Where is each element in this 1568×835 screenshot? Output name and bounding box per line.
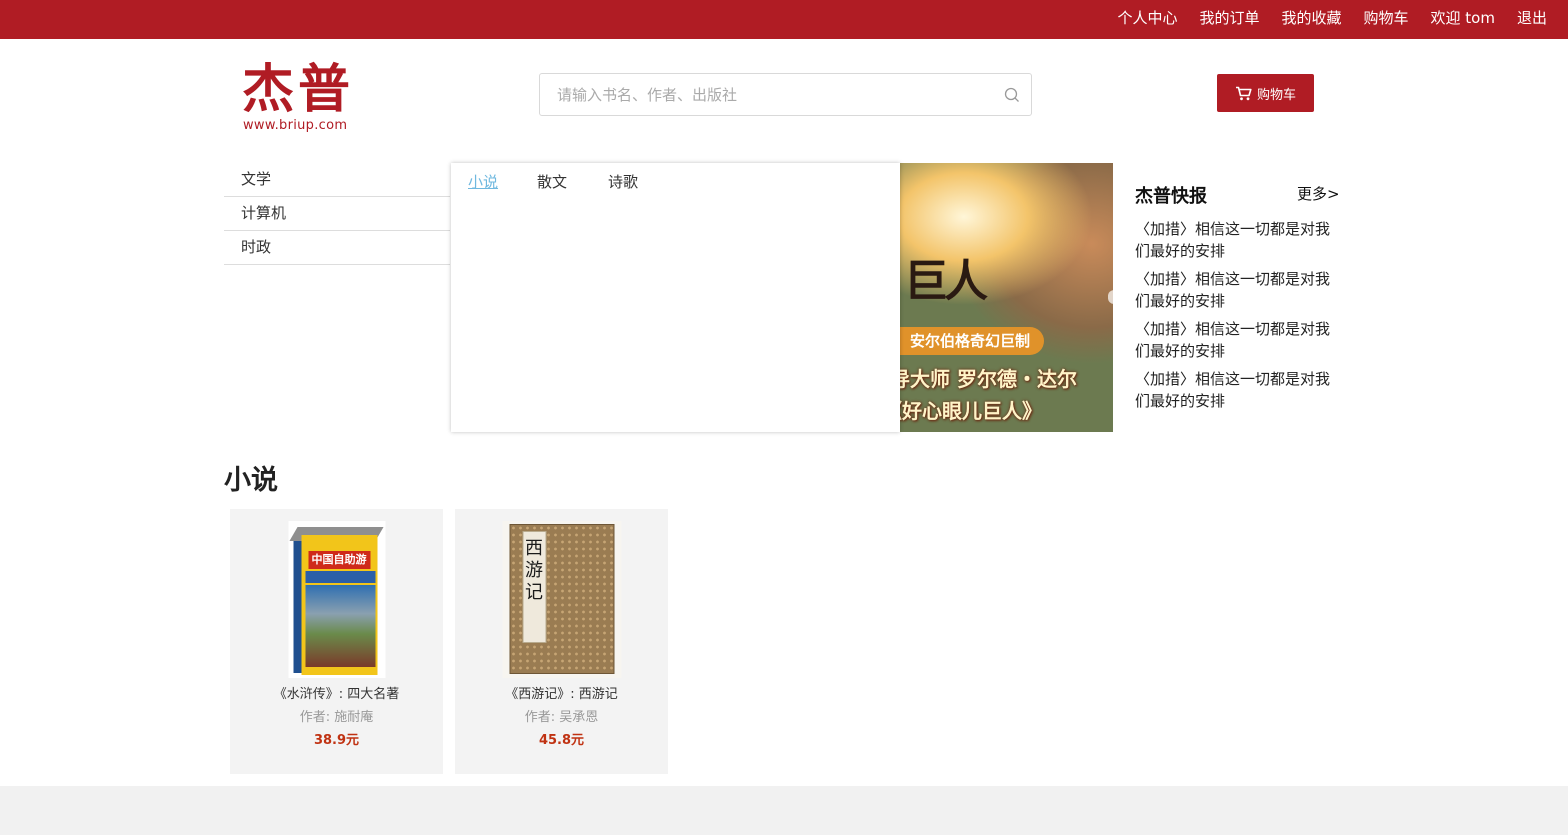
subcategory-prose-link[interactable]: 散文 [537,171,567,192]
book-cover-image[interactable]: 西游记 [502,521,621,678]
site-logo[interactable]: 杰普 www.briup.com [242,60,358,138]
subcategory-poetry-link[interactable]: 诗歌 [608,171,638,192]
book-author: 作者: 施耐庵 [299,710,374,725]
banner-book-title: 《好心眼儿巨人》 [900,399,1042,423]
book-author: 作者: 吴承恩 [524,710,599,725]
top-nav-my-orders-link[interactable]: 我的订单 [1199,7,1259,28]
category-menu: 文学 计算机 时政 [224,163,450,265]
banner-author-line: 导大师 罗尔德・达尔 [900,367,1077,391]
banner-next-handle[interactable] [1108,290,1113,304]
cart-icon [1235,86,1252,100]
category-item-computer[interactable]: 计算机 [224,197,450,231]
category-item-literature[interactable]: 文学 [224,163,450,197]
news-item[interactable]: 〈加措〉相信这一切都是对我们最好的安排 [1135,268,1335,312]
subcategory-fiction-link[interactable]: 小说 [468,171,498,192]
top-nav-user-center-link[interactable]: 个人中心 [1117,7,1177,28]
cover-decoration [305,571,375,583]
cover-decoration [305,585,375,667]
search-icon[interactable] [1004,87,1020,103]
cart-button-label: 购物车 [1256,87,1296,103]
banner-tag: 安尔伯格奇幻巨制 [900,327,1045,355]
news-more-link[interactable]: 更多> [1297,183,1340,204]
cover-decoration [293,541,301,673]
cart-button[interactable]: 购物车 [1217,74,1314,112]
top-nav-welcome-user-link[interactable]: 欢迎 tom [1431,7,1495,28]
search-box [539,73,1032,116]
promo-banner[interactable]: 巨人 安尔伯格奇幻巨制 导大师 罗尔德・达尔 《好心眼儿巨人》 [900,163,1113,432]
cover-title-text: 中国自助游 [308,551,370,569]
category-item-politics[interactable]: 时政 [224,231,450,265]
book-card[interactable]: 西游记 《西游记》: 西游记 作者: 吴承恩 45.8元 [455,509,668,774]
book-cover-image[interactable]: 中国自助游 [288,521,385,678]
news-item[interactable]: 〈加措〉相信这一切都是对我们最好的安排 [1135,318,1335,362]
banner-headline: 巨人 [904,256,988,307]
section-title: 小说 [224,465,278,496]
book-name[interactable]: 《水浒传》: 四大名著 [230,683,443,702]
top-nav: 个人中心 我的订单 我的收藏 购物车 欢迎 tom 退出 [1095,0,1547,34]
news-item[interactable]: 〈加措〉相信这一切都是对我们最好的安排 [1135,368,1335,412]
top-bar: 个人中心 我的订单 我的收藏 购物车 欢迎 tom 退出 [0,0,1568,39]
news-item[interactable]: 〈加措〉相信这一切都是对我们最好的安排 [1135,218,1335,262]
search-input[interactable] [540,74,990,115]
book-card[interactable]: 中国自助游 《水浒传》: 四大名著 作者: 施耐庵 38.9元 [230,509,443,774]
news-list: 〈加措〉相信这一切都是对我们最好的安排 〈加措〉相信这一切都是对我们最好的安排 … [1135,218,1335,418]
book-price: 45.8元 [538,733,585,748]
top-nav-my-favorites-link[interactable]: 我的收藏 [1282,7,1342,28]
book-price: 38.9元 [313,733,360,748]
cover-title-text: 西游记 [522,531,546,643]
top-nav-cart-link[interactable]: 购物车 [1364,7,1409,28]
book-name[interactable]: 《西游记》: 西游记 [455,683,668,702]
news-title: 杰普快报 [1135,186,1207,207]
logo-text: 杰普 [242,59,355,120]
logo-url: www.briup.com [243,118,348,133]
page-footer [0,786,1568,835]
subcategory-panel: 小说 散文 诗歌 [451,163,900,432]
top-nav-logout-link[interactable]: 退出 [1517,7,1547,28]
